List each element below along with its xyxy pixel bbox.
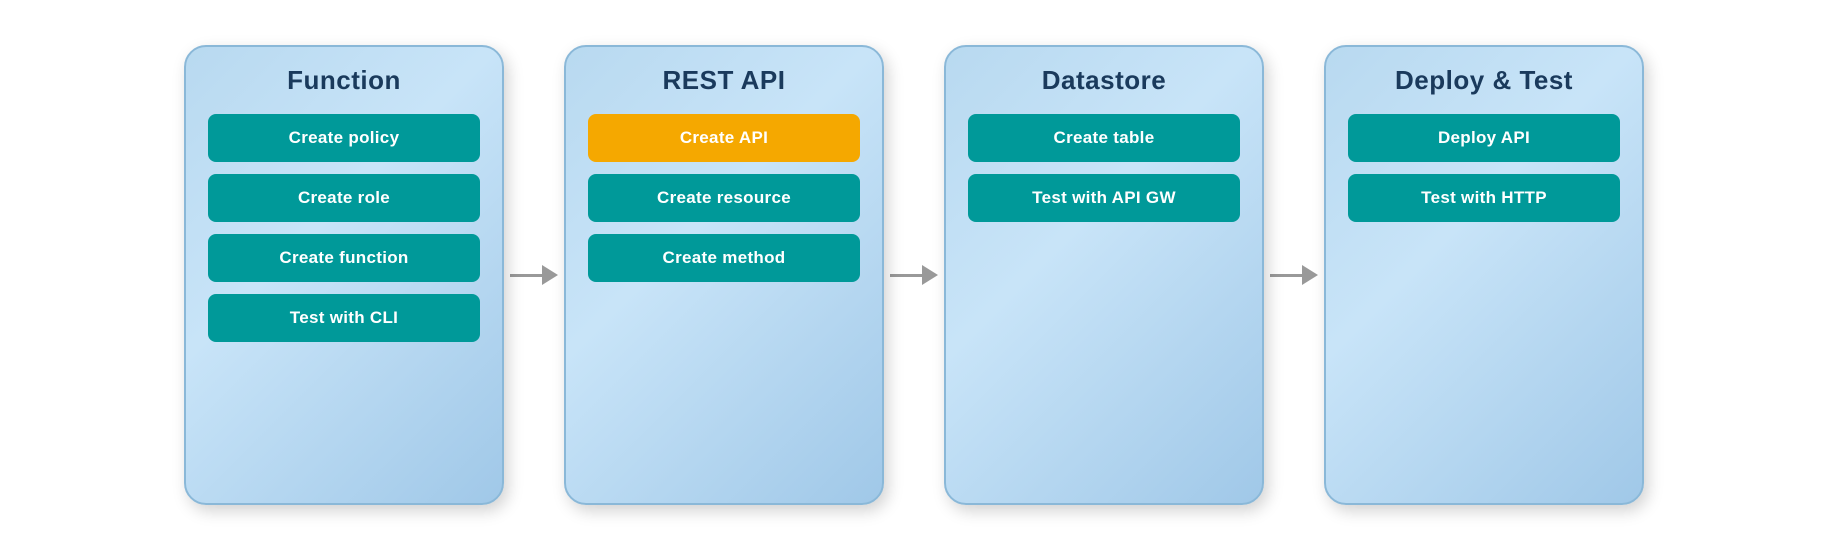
btn-rest-api-0[interactable]: Create API <box>588 114 860 162</box>
arrow-1 <box>504 265 564 285</box>
btn-datastore-1[interactable]: Test with API GW <box>968 174 1240 222</box>
arrow-head <box>1302 265 1318 285</box>
btn-deploy-test-0[interactable]: Deploy API <box>1348 114 1620 162</box>
diagram: Function Create policy Create role Create f… <box>184 45 1644 505</box>
arrow-line <box>890 274 922 277</box>
btn-function-2[interactable]: Create function <box>208 234 480 282</box>
arrow-head <box>922 265 938 285</box>
panel-deploy-test: Deploy & Test Deploy API Test with HTTP <box>1324 45 1644 505</box>
panel-datastore: Datastore Create table Test with API GW <box>944 45 1264 505</box>
panel-title-function: Function <box>287 65 401 96</box>
btn-function-0[interactable]: Create policy <box>208 114 480 162</box>
arrow-line <box>510 274 542 277</box>
btn-rest-api-1[interactable]: Create resource <box>588 174 860 222</box>
panel-title-deploy-test: Deploy & Test <box>1395 65 1573 96</box>
btn-rest-api-2[interactable]: Create method <box>588 234 860 282</box>
arrow-head <box>542 265 558 285</box>
btn-datastore-0[interactable]: Create table <box>968 114 1240 162</box>
panel-rest-api: REST API Create API Create resource Create … <box>564 45 884 505</box>
arrow-3 <box>1264 265 1324 285</box>
btn-deploy-test-1[interactable]: Test with HTTP <box>1348 174 1620 222</box>
arrow-line <box>1270 274 1302 277</box>
btn-function-3[interactable]: Test with CLI <box>208 294 480 342</box>
panel-title-rest-api: REST API <box>663 65 786 96</box>
arrow-2 <box>884 265 944 285</box>
panel-function: Function Create policy Create role Create f… <box>184 45 504 505</box>
btn-function-1[interactable]: Create role <box>208 174 480 222</box>
panel-title-datastore: Datastore <box>1042 65 1166 96</box>
